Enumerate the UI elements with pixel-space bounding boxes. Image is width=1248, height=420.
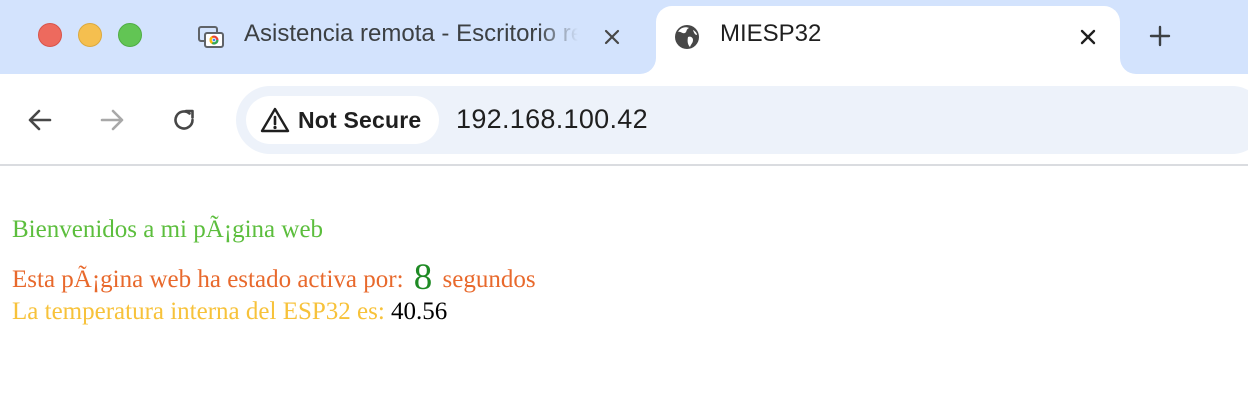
close-window-button[interactable] xyxy=(38,23,62,47)
arrow-left-icon xyxy=(28,109,52,131)
temperature-label: La temperatura interna del ESP32 es: xyxy=(12,298,385,325)
tab-strip: Asistencia remota - Escritorio remoto de… xyxy=(0,0,1248,74)
tab-remote-assistance[interactable]: Asistencia remota - Escritorio remoto de… xyxy=(184,6,644,74)
security-label: Not Secure xyxy=(298,106,422,133)
uptime-line: Esta pÃ¡gina web ha estado activa por: 8… xyxy=(12,254,536,298)
close-tab-icon[interactable] xyxy=(596,21,628,53)
welcome-text: Bienvenidos a mi pÃ¡gina web xyxy=(12,216,324,243)
maximize-window-button[interactable] xyxy=(118,23,142,47)
tab-miesp32[interactable]: MIESP32 xyxy=(656,6,1120,74)
arrow-right-icon xyxy=(100,109,124,131)
uptime-value: 8 xyxy=(413,257,433,298)
url-text[interactable]: 192.168.100.42 xyxy=(456,104,648,135)
reload-icon xyxy=(174,109,194,130)
temperature-value: 40.56 xyxy=(391,298,448,325)
forward-button[interactable] xyxy=(92,100,132,140)
minimize-window-button[interactable] xyxy=(78,23,102,47)
uptime-label: Esta pÃ¡gina web ha estado activa por: xyxy=(12,266,404,293)
close-tab-icon[interactable] xyxy=(1072,21,1104,53)
page-content: Bienvenidos a mi pÃ¡gina web Esta pÃ¡gin… xyxy=(0,168,1248,420)
uptime-unit: segundos xyxy=(442,266,536,293)
toolbar: Not Secure 192.168.100.42 xyxy=(0,74,1248,166)
reload-button[interactable] xyxy=(164,100,204,140)
tab-title: Asistencia remota - Escritorio remoto de… xyxy=(244,20,578,48)
remote-desktop-icon xyxy=(196,22,226,52)
new-tab-button[interactable] xyxy=(1142,18,1178,54)
plus-icon xyxy=(1149,25,1171,47)
tab-title: MIESP32 xyxy=(720,20,822,47)
back-button[interactable] xyxy=(20,100,60,140)
address-bar[interactable]: Not Secure 192.168.100.42 xyxy=(236,86,1248,154)
security-chip[interactable]: Not Secure xyxy=(246,96,440,144)
temperature-line: La temperatura interna del ESP32 es: 40.… xyxy=(12,298,447,326)
globe-icon xyxy=(672,22,702,52)
warning-icon xyxy=(260,107,290,133)
